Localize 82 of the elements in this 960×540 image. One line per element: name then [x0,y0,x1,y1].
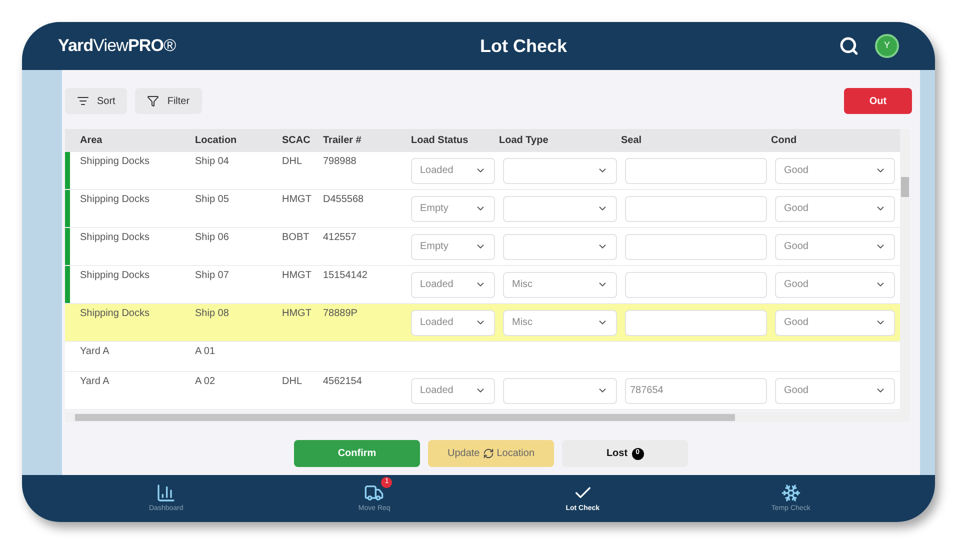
column-header: Cond [771,134,798,148]
snowflake-icon [780,482,801,503]
search-icon[interactable] [839,36,859,56]
horizontal-scrollbar[interactable] [65,412,900,422]
dropdown[interactable]: Loaded [411,378,495,404]
table-cell-text: HMGT [282,307,312,321]
dropdown[interactable]: Misc [503,310,617,336]
dropdown[interactable]: Good [775,234,895,260]
sort-button[interactable]: Sort [65,88,128,114]
table-cell-text: Ship 06 [195,231,230,245]
table-cell-text: Ship 04 [195,155,230,169]
dropdown[interactable]: Loaded [411,158,495,184]
dropdown[interactable]: Good [775,272,895,298]
column-header: Load Status [411,134,470,148]
table-row[interactable]: Shipping Docks Ship 04 DHL 798988 Loaded Good [65,152,900,190]
table-cell-text: DHL [282,375,304,389]
seal-input-field[interactable] [625,196,767,222]
dropdown[interactable]: Empty [411,234,495,260]
table-cell-text: Ship 08 [195,307,230,321]
seal-input-field[interactable] [625,272,767,298]
dropdown[interactable]: Good [775,378,895,404]
confirm-button[interactable]: Confirm [294,440,420,467]
table-cell-text: A 02 [195,375,216,389]
dropdown[interactable]: Loaded [411,310,495,336]
column-header: Seal [621,134,643,148]
table-cell-text: 4562154 [323,375,363,389]
dropdown[interactable] [503,378,617,404]
truck-icon [364,482,384,503]
logo: YardViewPRO® [58,35,177,58]
page-title: Lot Check [478,34,568,58]
seal-input-field[interactable]: 787654 [625,378,767,404]
filter-icon [147,95,160,107]
table-cell-text: Ship 07 [195,269,230,283]
column-header: Area [80,134,104,148]
table-row[interactable]: Shipping Docks Ship 05 HMGT D455568 Empty Good [65,190,900,228]
table-cell-text: HMGT [282,193,312,207]
dropdown[interactable]: Empty [411,196,495,222]
table-row[interactable]: Yard A A 02 DHL 4562154 Loaded 787654 Good [65,372,900,410]
dropdown[interactable]: Misc [503,272,617,298]
table-cell-text: 798988 [323,155,358,169]
column-header: Location [195,134,238,148]
avatar[interactable]: Y [875,34,899,58]
seal-input-field[interactable] [625,310,767,336]
chart-icon [156,482,176,503]
column-header: SCAC [282,134,312,148]
table-cell-text: Shipping Docks [80,193,150,207]
table-row[interactable]: Shipping Docks Ship 06 BOBT 412557 Empty Good [65,228,900,266]
seal-input-field[interactable] [625,158,767,184]
seal-input-field[interactable] [625,234,767,260]
table-cell-text: Shipping Docks [80,155,150,169]
table-cell-text: DHL [282,155,304,169]
dropdown[interactable]: Loaded [411,272,495,298]
table-cell-text: 412557 [323,231,358,245]
table-cell-text: Yard A [80,375,110,389]
table-cell-text: Shipping Docks [80,231,150,245]
dropdown[interactable]: Good [775,310,895,336]
dropdown[interactable] [503,234,617,260]
out-button[interactable]: Out [844,88,912,114]
update-location-button[interactable]: Update Location [428,440,554,467]
table-cell-text: Ship 05 [195,193,230,207]
table-cell-text: D455568 [323,193,365,207]
vertical-scrollbar[interactable] [900,129,910,422]
table-cell-text: Shipping Docks [80,307,150,321]
sort-icon [77,95,89,107]
dropdown[interactable]: Good [775,158,895,184]
refresh-icon [482,448,494,459]
table-cell-text: 78889P [323,307,358,321]
table-row[interactable]: Yard A A 01 [65,342,900,372]
table-cell-text: HMGT [282,269,312,283]
table-cell-text: Yard A [80,345,110,359]
filter-button[interactable]: Filter [135,88,202,114]
table-row[interactable]: Shipping Docks Ship 08 HMGT 78889P Loaded Misc Good [65,304,900,342]
column-header: Load Type [499,134,550,148]
table-cell-text: 15154142 [323,269,368,283]
table-cell-text: BOBT [282,231,310,245]
table-cell-text: Shipping Docks [80,269,150,283]
dropdown[interactable] [503,196,617,222]
table-row[interactable]: Shipping Docks Ship 07 HMGT 15154142 Loaded Misc Good [65,266,900,304]
dropdown[interactable] [503,158,617,184]
table-cell-text: A 01 [195,345,216,359]
dropdown[interactable]: Good [775,196,895,222]
column-header: Trailer # [323,134,362,148]
